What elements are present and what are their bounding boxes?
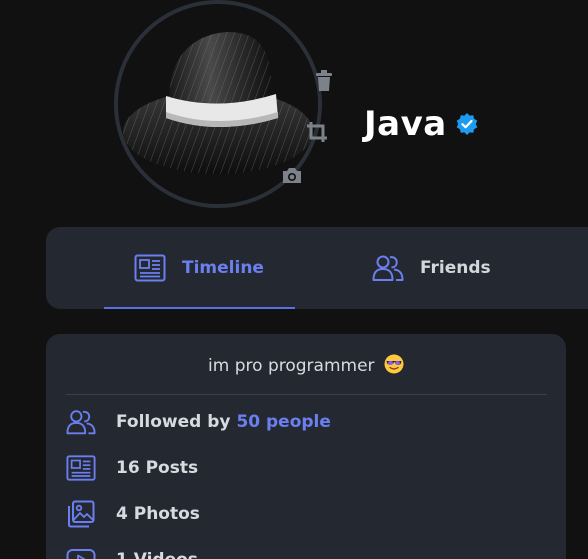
- change-avatar-button[interactable]: [279, 162, 305, 188]
- trash-icon: [316, 70, 332, 91]
- posts-count: 16 Posts: [116, 458, 199, 478]
- active-tab-indicator: [104, 307, 295, 309]
- users-icon: [372, 255, 404, 281]
- bio-text: im pro programmer: [208, 356, 375, 376]
- profile-bio: im pro programmer: [46, 354, 566, 376]
- videos-count: 1 Videos: [116, 550, 198, 559]
- video-icon: [66, 549, 96, 559]
- followers-link[interactable]: 50 people: [236, 412, 330, 432]
- posts-row: 16 Posts: [66, 453, 198, 483]
- tab-friends-label: Friends: [420, 258, 491, 278]
- images-icon: [68, 500, 95, 528]
- crop-icon: [307, 122, 327, 142]
- photos-count: 4 Photos: [116, 504, 200, 524]
- intro-card: im pro programmer Followed by 50 people: [46, 334, 566, 559]
- profile-name-text: Java: [364, 104, 447, 144]
- sunglasses-emoji-icon: [384, 354, 404, 374]
- newspaper-icon: [66, 455, 96, 481]
- followed-by-row: Followed by 50 people: [66, 407, 331, 437]
- followed-by-label: Followed by: [116, 412, 231, 432]
- crop-avatar-button[interactable]: [304, 119, 330, 145]
- delete-avatar-button[interactable]: [311, 68, 337, 94]
- intro-divider: [66, 394, 547, 395]
- verified-badge-icon: [456, 113, 478, 135]
- camera-icon: [283, 168, 301, 183]
- newspaper-icon: [134, 254, 166, 282]
- videos-row: 1 Videos: [66, 545, 198, 559]
- profile-tabs: Timeline Friends: [46, 227, 588, 309]
- photos-row: 4 Photos: [66, 499, 200, 529]
- tab-timeline[interactable]: Timeline: [104, 227, 294, 309]
- tab-timeline-label: Timeline: [182, 258, 264, 278]
- profile-name: Java: [364, 104, 479, 144]
- tab-friends[interactable]: Friends: [326, 227, 491, 309]
- users-icon: [66, 410, 96, 435]
